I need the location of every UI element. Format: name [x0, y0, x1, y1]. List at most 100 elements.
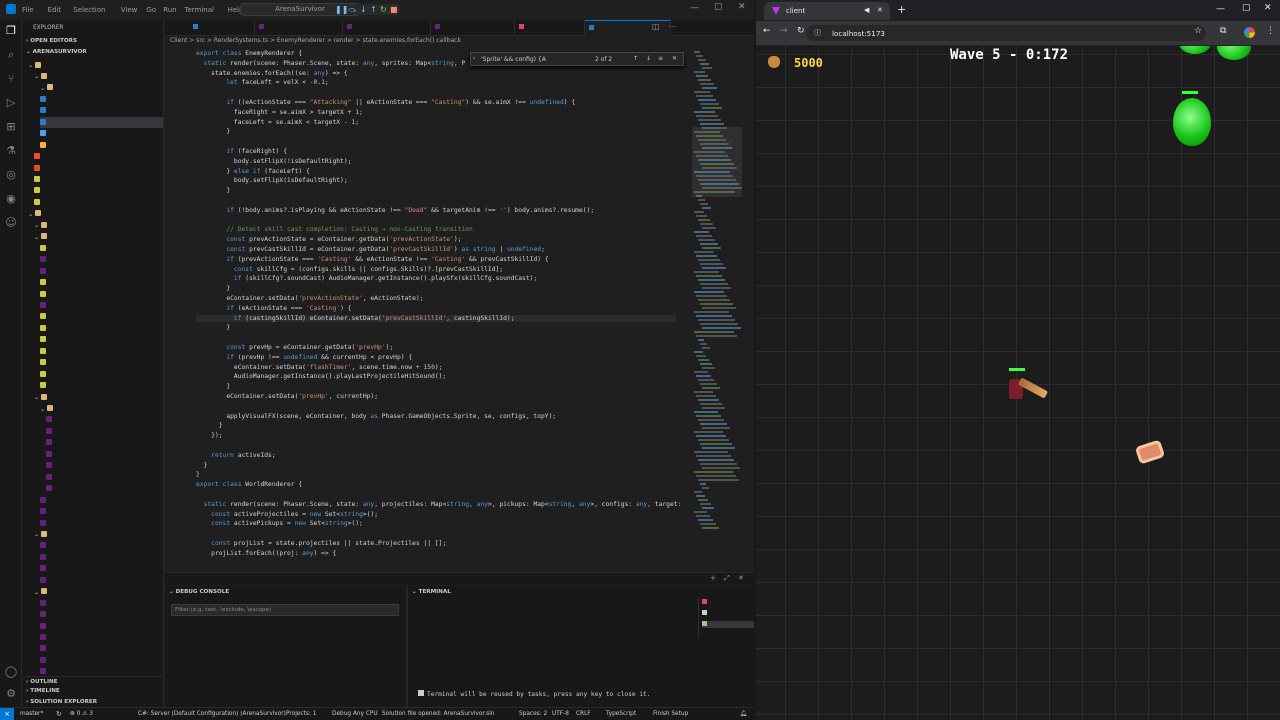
sync-icon[interactable]: ↻ — [56, 710, 62, 718]
bookmark-star-icon[interactable]: ☆ — [1194, 26, 1202, 36]
chevron-down-icon[interactable]: ⌄ — [34, 222, 41, 229]
browser-close-button[interactable]: ✕ — [1264, 3, 1272, 13]
tree-item[interactable] — [40, 518, 163, 529]
tree-item[interactable] — [40, 312, 163, 323]
tree-item[interactable] — [34, 163, 163, 174]
code-line[interactable]: } — [196, 324, 230, 331]
browser-menu-icon[interactable]: ⋮ — [1266, 26, 1275, 36]
minimap[interactable] — [692, 47, 742, 571]
chevron-down-icon[interactable]: ⌄ — [34, 531, 41, 538]
extensions-puzzle-icon[interactable]: ⧉ — [1220, 26, 1226, 36]
extensions-icon[interactable]: ⊞ — [4, 120, 18, 134]
add-terminal-icon[interactable]: + — [710, 574, 716, 582]
tree-item[interactable] — [40, 495, 163, 506]
code-line[interactable]: if (castingSkillId) eContainer.setData('… — [196, 314, 676, 322]
tree-item[interactable] — [40, 610, 163, 621]
tab-close-icon[interactable]: ✕ — [877, 6, 883, 14]
stop-icon[interactable]: ■ — [390, 4, 398, 15]
tree-item[interactable] — [40, 106, 163, 117]
terminal-pane[interactable]: ⌄ TERMINAL Terminal will be reused by ta… — [407, 586, 754, 707]
menu-terminal[interactable]: Terminal — [184, 6, 214, 14]
source-control-icon[interactable]: ⑂ — [4, 72, 18, 86]
code-line[interactable]: if (skillCfg?.soundCast) AudioManager.ge… — [196, 275, 537, 282]
remote-indicator[interactable]: ⨯ — [0, 708, 14, 720]
code-line[interactable]: const prevCastSkillId = eContainer.getDa… — [196, 246, 545, 253]
menu-selection[interactable]: Selection — [73, 6, 105, 14]
eol-status[interactable]: CRLF — [576, 711, 591, 717]
game-canvas[interactable]: 5000 Wave 5 - 0:172 — [756, 46, 1280, 720]
profile-avatar[interactable] — [1244, 27, 1255, 38]
code-line[interactable]: const activeProjectiles = new Set<string… — [196, 511, 378, 518]
next-match-icon[interactable]: ↓ — [646, 55, 651, 62]
tree-item[interactable]: ⌄ — [34, 587, 163, 598]
code-line[interactable]: if (eActionState === 'Casting') { — [196, 305, 351, 312]
maximize-button[interactable]: ▢ — [714, 2, 723, 12]
tab-audio-icon[interactable]: ◀︎ — [864, 6, 869, 14]
terminal-task-item[interactable] — [702, 610, 710, 617]
code-line[interactable]: } — [196, 187, 230, 194]
tree-item[interactable] — [40, 289, 163, 300]
tree-item[interactable] — [40, 300, 163, 311]
tree-item[interactable]: ⌄ — [34, 71, 163, 82]
notifications-icon[interactable]: 🔔︎ — [740, 711, 747, 717]
code-line[interactable]: const skillCfg = (configs.skills || conf… — [196, 266, 503, 273]
debug-config-status[interactable]: Debug Any CPU — [332, 711, 378, 717]
code-line[interactable]: } else if (faceLeft) { — [196, 168, 309, 175]
code-line[interactable]: } — [196, 285, 230, 292]
code-line[interactable]: if (prevHp !== undefined && currentHp < … — [196, 354, 412, 361]
code-line[interactable]: eContainer.setData('prevActionState', eA… — [196, 295, 423, 302]
tree-item[interactable] — [46, 438, 163, 449]
tab-ui[interactable] — [189, 20, 255, 36]
tree-item[interactable] — [40, 644, 163, 655]
code-line[interactable]: AudioManager.getInstance().playLastProje… — [196, 373, 446, 380]
browser-minimize-button[interactable]: — — [1216, 4, 1225, 14]
chevron-down-icon[interactable]: ⌄ — [40, 85, 47, 92]
tree-item[interactable] — [40, 358, 163, 369]
tree-item[interactable]: ⌄ — [34, 392, 163, 403]
tree-item[interactable] — [40, 552, 163, 563]
minimize-button[interactable]: — — [690, 3, 699, 13]
code-line[interactable]: export class WorldRenderer { — [196, 481, 302, 488]
tree-item[interactable] — [40, 655, 163, 666]
branch-status[interactable]: master* — [20, 711, 43, 717]
project-header[interactable]: ⌄ ARENASURVIVOR — [26, 49, 87, 55]
tree-item[interactable] — [34, 186, 163, 197]
chevron-down-icon[interactable]: ⌄ — [34, 589, 41, 596]
outline-header[interactable]: › OUTLINE — [26, 676, 163, 685]
tree-item[interactable] — [40, 621, 163, 632]
chevron-down-icon[interactable]: ⌄ — [34, 394, 41, 401]
tree-item[interactable] — [40, 323, 163, 334]
code-line[interactable]: }); — [196, 432, 222, 439]
tree-item[interactable] — [40, 278, 163, 289]
encoding-status[interactable]: UTF-8 — [552, 711, 569, 717]
code-line[interactable]: body.setFlipX(!isDefaultRight); — [196, 158, 352, 165]
split-editor-icon[interactable]: ◫ — [652, 22, 660, 31]
gitlens-icon[interactable]: ◉ — [4, 192, 18, 206]
timeline-header[interactable]: › TIMELINE — [26, 688, 60, 694]
tree-item[interactable] — [46, 484, 163, 495]
code-line[interactable]: const activePickups = new Set<string>(); — [196, 520, 363, 527]
tab-configmanager[interactable] — [255, 20, 343, 36]
code-line[interactable]: const projList = state.projectiles || st… — [196, 540, 446, 547]
tree-item[interactable]: ⌄ — [34, 232, 163, 243]
close-button[interactable]: ✕ — [738, 2, 746, 12]
pause-icon[interactable]: ❚❚ — [335, 4, 348, 15]
step-over-icon[interactable]: ⤼ — [348, 4, 357, 15]
back-icon[interactable]: ← — [763, 26, 771, 36]
tab-ball-tap[interactable] — [515, 20, 585, 36]
chevron-down-icon[interactable]: ⌄ — [28, 211, 35, 218]
tree-item[interactable] — [46, 461, 163, 472]
new-tab-button[interactable]: + — [897, 3, 906, 16]
tree-item[interactable]: ⌄ — [34, 220, 163, 231]
tree-item[interactable] — [46, 472, 163, 483]
reload-icon[interactable]: ↻ — [797, 26, 805, 36]
minimap-viewport[interactable] — [692, 127, 742, 197]
more-actions-icon[interactable]: ⋯ — [668, 22, 676, 31]
tree-item[interactable]: ⌄ — [40, 83, 163, 94]
tree-item[interactable]: ⌄ — [28, 209, 163, 220]
tree-item[interactable] — [40, 633, 163, 644]
browser-maximize-button[interactable]: ▢ — [1242, 3, 1251, 13]
tree-item[interactable] — [40, 381, 163, 392]
find-in-selection-icon[interactable]: ≡ — [658, 55, 663, 62]
problems-status[interactable]: ⊗ 0 ⚠ 3 — [70, 711, 93, 717]
